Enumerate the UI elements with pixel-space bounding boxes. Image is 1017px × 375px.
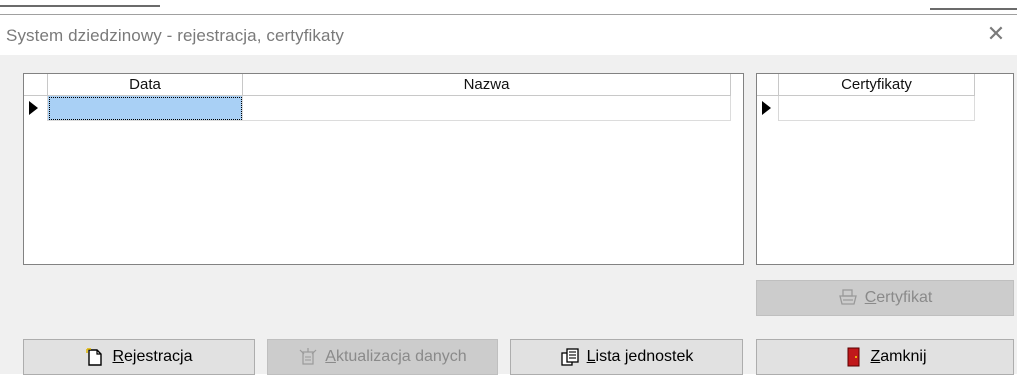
records-grid[interactable]: Data Nazwa [23,73,744,265]
column-header-certyfikaty[interactable]: Certyfikaty [779,74,975,96]
rejestracja-label: Rejestracja [112,348,193,365]
grid-header: Data Nazwa [24,74,731,96]
close-button[interactable]: ✕ [981,20,1011,50]
current-row-arrow-icon [762,101,771,115]
zamknij-label: Zamknij [870,348,927,365]
printer-icon [838,288,858,308]
certyfikat-label: Certyfikat [864,289,933,306]
row-header-corner [24,74,48,96]
column-header-data[interactable]: Data [48,74,243,96]
certyfikat-button[interactable]: Certyfikat [756,280,1014,316]
row-selector[interactable] [757,96,779,121]
aktualizacja-danych-button[interactable]: Aktualizacja danych [267,339,498,375]
close-icon: ✕ [986,22,1006,47]
aktualizacja-label: Aktualizacja danych [325,348,467,365]
window-title: System dziedzinowy - rejestracja, certyf… [6,26,344,45]
exit-door-icon [843,347,863,367]
row-header-corner [757,74,779,96]
update-icon [298,347,318,367]
cell-certyfikaty[interactable] [779,96,975,121]
lista-label: Lista jednostek [586,348,694,365]
new-document-icon [85,347,105,367]
background-strip [0,0,1017,14]
column-header-nazwa[interactable]: Nazwa [243,74,731,96]
cell-data[interactable] [48,96,243,121]
current-row-arrow-icon [29,101,38,115]
lista-jednostek-button[interactable]: Lista jednostek [510,339,743,375]
certificates-grid[interactable]: Certyfikaty [756,73,1014,265]
title-bar: System dziedzinowy - rejestracja, certyf… [0,15,1017,55]
background-decoration [930,8,1017,10]
rejestracja-button[interactable]: Rejestracja [23,339,255,375]
document-list-icon [560,347,580,367]
cell-nazwa[interactable] [243,96,731,121]
dialog-window: System dziedzinowy - rejestracja, certyf… [0,14,1017,375]
background-decoration [0,5,160,7]
row-selector[interactable] [24,96,48,121]
grid-header: Certyfikaty [757,74,975,96]
zamknij-button[interactable]: Zamknij [756,339,1014,375]
